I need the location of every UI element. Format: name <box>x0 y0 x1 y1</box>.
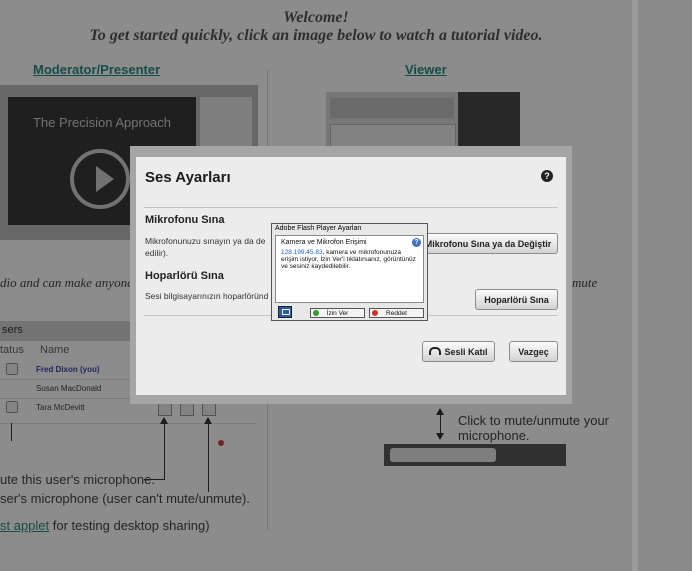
page-scroll-edge <box>632 0 692 571</box>
allow-button-label: İzin Ver <box>326 310 349 317</box>
flash-permission-dialog: Adobe Flash Player Ayarları Kamera ve Mi… <box>271 223 428 321</box>
speaker-section-text: Sesi bilgisayarınızın hoparlöründ <box>145 291 269 301</box>
join-audio-label: Sesli Katıl <box>444 347 488 357</box>
help-icon[interactable]: ? <box>412 238 421 247</box>
flash-dialog-content: Kamera ve Mikrofon Erişimi ? 128.199.45.… <box>275 235 424 303</box>
test-microphone-button[interactable]: Mikrofonu Sına ya da Değiştir <box>418 233 558 254</box>
deny-icon <box>372 310 378 316</box>
dialog-title: Ses Ayarları <box>145 169 231 186</box>
flash-message-part2: erişim istiyor. İzin Ver'i tıklatırsanız… <box>281 256 416 270</box>
flash-message-part1: , kamera ve mikrofonunuza <box>322 249 401 256</box>
flash-message: 128.199.45.83, kamera ve mikrofonunuza e… <box>281 249 419 270</box>
help-icon[interactable]: ? <box>541 170 553 182</box>
allow-button[interactable]: İzin Ver <box>310 308 365 318</box>
flash-heading: Kamera ve Mikrofon Erişimi <box>281 239 367 246</box>
checkmark-icon <box>313 310 319 316</box>
mic-section-text-line1: Mikrofonunuzu sınayın ya da de <box>145 236 266 246</box>
deny-button[interactable]: Reddet <box>369 308 424 318</box>
headphones-icon <box>429 347 442 355</box>
speaker-section-heading: Hoparlörü Sına <box>145 270 224 282</box>
mic-section-heading: Mikrofonu Sına <box>145 214 225 226</box>
requesting-ip: 128.199.45.83 <box>281 249 323 256</box>
flash-dialog-title: Adobe Flash Player Ayarları <box>275 225 362 232</box>
page-bottom-edge <box>0 548 632 571</box>
deny-button-label: Reddet <box>386 310 407 317</box>
test-speaker-button[interactable]: Hoparlörü Sına <box>475 289 558 310</box>
webcam-settings-icon[interactable] <box>278 306 292 318</box>
mic-section-text-line2: edilir). <box>145 248 169 258</box>
join-audio-button[interactable]: Sesli Katıl <box>422 341 495 362</box>
cancel-button[interactable]: Vazgeç <box>509 341 558 362</box>
divider <box>144 207 558 208</box>
